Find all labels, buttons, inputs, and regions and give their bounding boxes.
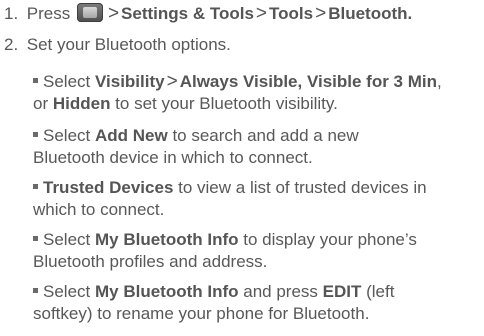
bullet-tail: to view a list of trusted devices in [173, 178, 427, 197]
edit-softkey-label: EDIT [322, 282, 362, 301]
visibility-label: Visibility [94, 72, 165, 91]
step-2: 2. Set your Bluetooth options. [4, 34, 231, 56]
bullet-lead: Select [43, 72, 95, 91]
bullet-lead: Select [43, 126, 95, 145]
step-text: Set your Bluetooth options. [26, 35, 231, 54]
visibility-options: Always Visible, Visible for 3 Min [179, 72, 438, 91]
trusted-devices-label: Trusted Devices [43, 178, 174, 197]
bullet-line2: which to connect. [33, 200, 165, 219]
hidden-option: Hidden [52, 94, 111, 113]
path-separator: > [255, 3, 268, 24]
step-number: 2. [4, 35, 19, 54]
bullet-add-new: Select Add New to search and add a new B… [33, 125, 481, 169]
step-prefix: Press [26, 4, 71, 23]
path-separator: > [107, 3, 120, 24]
step-number: 1. [4, 4, 19, 23]
add-new-label: Add New [94, 126, 168, 145]
square-bullet-icon [33, 288, 38, 293]
path-settings-tools: Settings & Tools [121, 4, 254, 23]
bullet-line2: softkey) to rename your phone for Blueto… [33, 304, 370, 323]
bullet-tail: (left [361, 282, 395, 301]
bullet-lead: Select [43, 282, 95, 301]
bullet-mid: and press [238, 282, 323, 301]
bullet-line2: Bluetooth device in which to connect. [33, 148, 313, 167]
my-bluetooth-info-label: My Bluetooth Info [94, 230, 239, 249]
bullet-line2-lead: or [33, 94, 53, 113]
bullet-tail: to search and add a new [167, 126, 359, 145]
my-bluetooth-info-label: My Bluetooth Info [94, 282, 239, 301]
bullet-rename-phone: Select My Bluetooth Info and press EDIT … [33, 281, 481, 325]
square-bullet-icon [33, 184, 38, 189]
bullet-my-bluetooth-info: Select My Bluetooth Info to display your… [33, 229, 481, 273]
path-tools: Tools [269, 4, 314, 23]
path-separator: > [166, 71, 178, 92]
square-bullet-icon [33, 132, 38, 137]
square-bullet-icon [33, 78, 38, 83]
step-1: 1. Press > Settings & Tools > Tools > Bluetoo… [4, 3, 412, 25]
bullet-line2: Bluetooth profiles and address. [33, 252, 268, 271]
bullet-trusted-devices: Trusted Devices to view a list of truste… [33, 177, 481, 221]
bullet-lead: Select [43, 230, 95, 249]
square-bullet-icon [33, 236, 38, 241]
instruction-document: 1. Press > Settings & Tools > Tools > Bluetoo… [0, 0, 484, 336]
menu-key-icon [76, 3, 103, 22]
bullet-tail: to display your phone’s [238, 230, 417, 249]
bullet-visibility: Select Visibility > Always Visible, Visibl… [33, 71, 481, 115]
bullet-mid: , [437, 72, 442, 91]
path-bluetooth: Bluetooth. [328, 4, 413, 23]
path-separator: > [315, 3, 327, 24]
bullet-tail: to set your Bluetooth visibility. [110, 94, 338, 113]
